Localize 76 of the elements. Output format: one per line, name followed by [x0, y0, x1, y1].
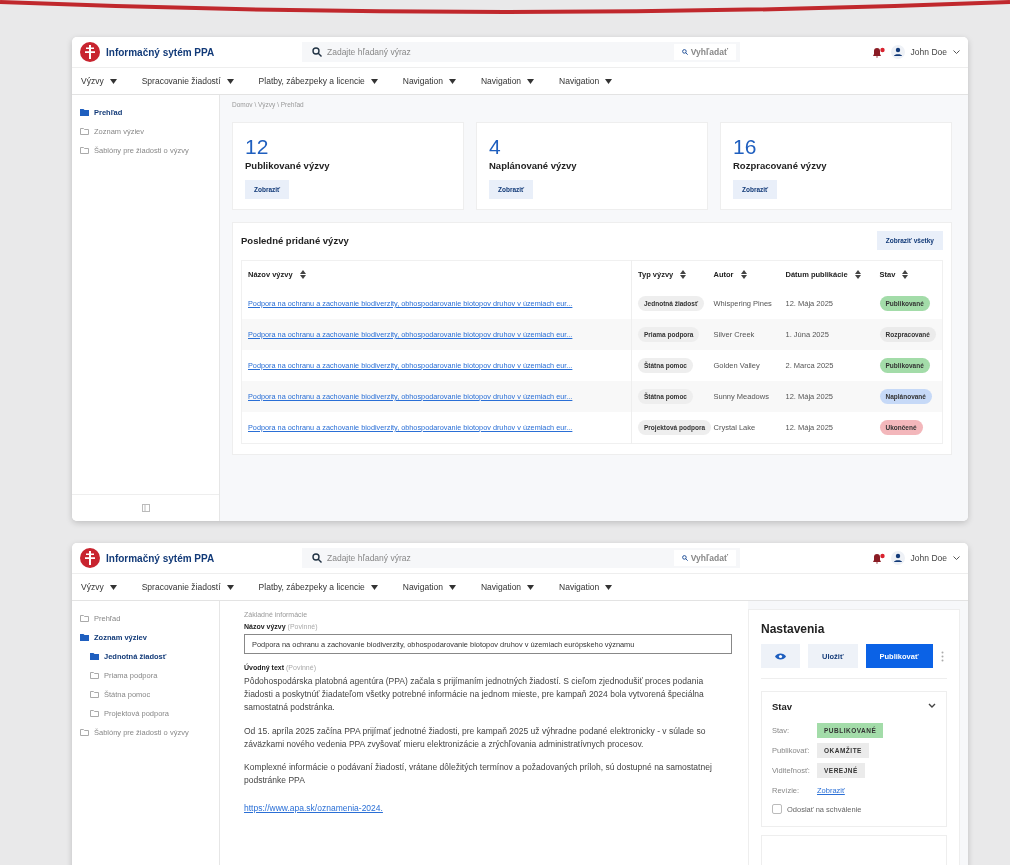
stat-label: Rozpracované výzvy	[733, 160, 828, 171]
sort-icon	[854, 270, 861, 279]
panel-title: Nastavenia	[761, 622, 826, 636]
user-name[interactable]: John Doe	[910, 553, 947, 563]
caret-icon	[109, 78, 117, 84]
folder-icon	[80, 634, 89, 641]
search-field[interactable]: Zadajte hľadaný výraz Vyhľadať	[302, 548, 740, 568]
caret-icon	[448, 584, 456, 590]
stat-value: 12	[245, 136, 270, 157]
user-avatar-icon[interactable]	[890, 45, 905, 59]
logo-icon	[80, 42, 100, 62]
sort-icon	[902, 270, 909, 279]
folder-outline-icon	[80, 615, 89, 622]
panel-title: Posledné pridané výzvy	[241, 235, 349, 246]
stat-value: 16	[733, 136, 758, 157]
nav-menu-item[interactable]: Platby, zábezpeky a licencie	[258, 582, 378, 592]
intro-paragraph: Od 15. apríla 2025 začína PPA prijímať jednotné žiadosti, pre kampaň 2025 už výhradne podané elektronicky - v súlade so záväzkami nového vedenia PPA zvyšovať mieru elektronizácie a zrýchľovania administratívnych procesov.	[244, 724, 707, 751]
notification-bell-icon[interactable]	[871, 46, 885, 58]
search-button[interactable]: Vyhľadať	[673, 550, 736, 566]
folder-outline-icon	[80, 729, 89, 736]
logo-icon	[80, 548, 100, 568]
stat-label: Publikované výzvy	[245, 160, 331, 171]
sort-icon	[299, 270, 306, 279]
chevron-down-icon[interactable]	[928, 703, 936, 709]
notification-bell-icon[interactable]	[871, 552, 885, 564]
stat-label: Naplánované výzvy	[489, 160, 578, 171]
folder-outline-icon	[90, 691, 99, 698]
search-icon	[312, 47, 322, 57]
folder-outline-icon	[80, 128, 89, 135]
eye-icon	[775, 652, 786, 660]
announcement-link[interactable]: https://www.apa.sk/oznamenia-2024.	[244, 803, 383, 814]
app-title: Informačný sytém PPA	[106, 552, 215, 564]
caret-icon	[605, 584, 613, 590]
checkbox[interactable]	[772, 804, 782, 814]
chevron-down-icon[interactable]	[953, 49, 960, 55]
folder-outline-icon	[90, 672, 99, 679]
search-button[interactable]: Vyhľadať	[673, 44, 736, 60]
caret-icon	[448, 78, 456, 84]
caret-icon	[605, 78, 613, 84]
caret-icon	[527, 584, 535, 590]
intro-paragraph: Komplexné informácie o podávaní žiadostí, vrátane dôležitých termínov a požadovaných príloh, sú dostupné na samostatnej podstránke PPA	[244, 760, 713, 788]
caret-icon	[226, 78, 234, 84]
section-title: Stav	[772, 700, 793, 712]
search-icon	[681, 555, 688, 561]
user-name[interactable]: John Doe	[910, 47, 947, 57]
nav-menu-item[interactable]: Navigation	[559, 76, 613, 86]
nav-menu-item[interactable]: Navigation	[559, 582, 613, 592]
caret-icon	[109, 584, 117, 590]
stat-value: 4	[489, 136, 502, 157]
nav-menu-item[interactable]: Výzvy	[81, 582, 117, 592]
folder-outline-icon	[80, 147, 89, 154]
nav-menu-item[interactable]: Výzvy	[81, 76, 117, 86]
folder-outline-icon	[90, 710, 99, 717]
nav-menu-item[interactable]: Navigation	[402, 76, 456, 86]
search-icon	[681, 49, 688, 55]
sort-icon	[740, 270, 747, 279]
user-avatar-icon[interactable]	[890, 551, 905, 565]
nav-menu-item[interactable]: Platby, zábezpeky a licencie	[258, 76, 378, 86]
intro-paragraph: Pôdohospodárska platobná agentúra (PPA) začala s prijímaním jednotných žiadostí. S cieľom zjednodušiť proces podania žiadosti a poskytnúť žiadateľom všetky potrebné informácie na jednom mieste, pre kampaň 2024 bola vytvorená špeciálna samostatná podstránka.	[244, 675, 705, 715]
folder-icon	[90, 653, 99, 660]
preview-button[interactable]	[761, 644, 800, 668]
caret-icon	[226, 584, 234, 590]
chevron-down-icon[interactable]	[953, 555, 960, 561]
search-field[interactable]: Zadajte hľadaný výraz Vyhľadať	[302, 42, 740, 62]
search-icon	[312, 553, 322, 563]
caret-icon	[527, 78, 535, 84]
nav-menu-item[interactable]: Spracovanie žiadostí	[141, 76, 234, 86]
caret-icon	[370, 584, 378, 590]
sort-icon	[680, 270, 687, 279]
nav-menu-item[interactable]: Navigation	[480, 582, 535, 592]
nav-menu-item[interactable]: Navigation	[480, 76, 535, 86]
app-title: Informačný sytém PPA	[106, 46, 215, 58]
caret-icon	[370, 78, 378, 84]
nav-menu-item[interactable]: Navigation	[402, 582, 456, 592]
nav-menu-item[interactable]: Spracovanie žiadostí	[141, 582, 234, 592]
folder-icon	[80, 109, 89, 116]
